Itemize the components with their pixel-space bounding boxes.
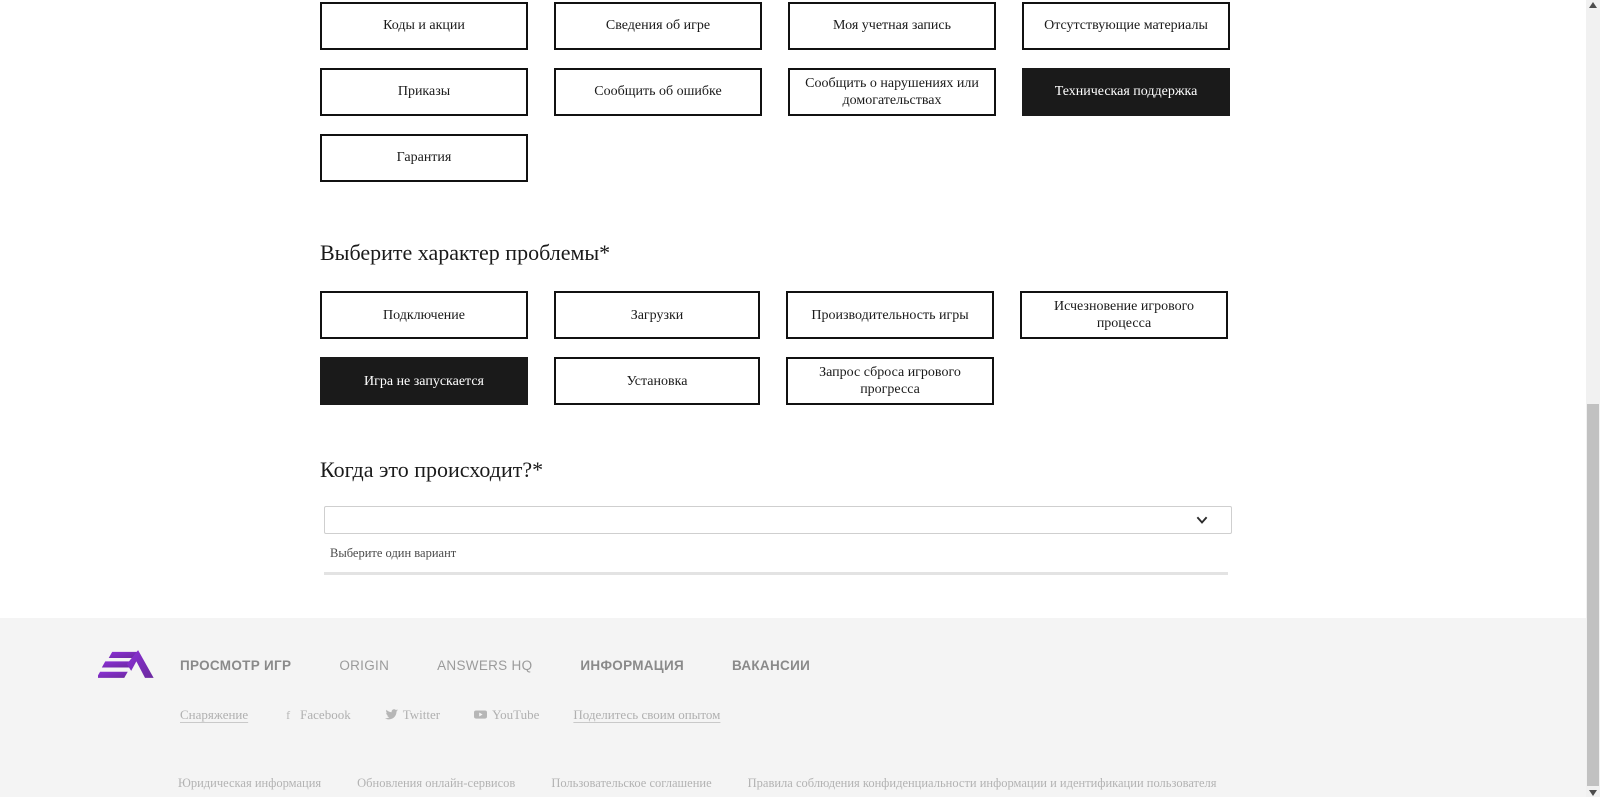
footer-legal-link-2[interactable]: Пользовательское соглашение [551,776,711,791]
issue-option-5[interactable]: Установка [554,357,760,406]
topic-option-4[interactable]: Приказы [320,68,528,116]
footer-nav-link-1[interactable]: ORIGIN [339,658,389,673]
footer-social-link-4[interactable]: Поделитесь своим опытом [573,707,720,723]
facebook-icon: f [286,707,291,722]
scrollbar-thumb[interactable] [1587,404,1599,786]
footer-social-label: YouTube [492,707,540,722]
scroll-down-arrow-icon[interactable] [1586,788,1600,797]
topic-option-3[interactable]: Отсутствующие материалы [1022,2,1230,50]
footer-primary-row: ПРОСМОТР ИГР ORIGIN ANSWERS HQ ИНФОРМАЦИЯ ВА… [98,645,1498,683]
when-section-heading: Когда это происходит?* [320,457,544,483]
footer-social-label: Поделитесь своим опытом [573,707,721,722]
topic-option-2[interactable]: Моя учетная запись [788,2,996,50]
topic-option-6[interactable]: Сообщить о нарушениях или домогательства… [788,68,996,116]
issue-option-4[interactable]: Игра не запускается [320,357,528,406]
when-select[interactable] [324,505,1232,534]
issue-options-grid: Подключение Загрузки Производительность иг… [320,291,1232,406]
form-divider [324,571,1228,575]
footer-legal-links: Юридическая информация Обновления онлайн-… [178,776,1253,791]
footer-social-links: Снаряжение f Facebook Twitter YouTube Поделит… [180,707,1498,723]
footer-social-link-3[interactable]: YouTube [474,707,539,723]
when-select-wrapper [324,505,1232,534]
issue-option-3[interactable]: Исчезновение игрового процесса [1020,291,1228,340]
footer-social-link-2[interactable]: Twitter [384,707,441,723]
topic-option-5[interactable]: Сообщить об ошибке [554,68,762,116]
vertical-scrollbar[interactable] [1586,0,1600,797]
footer-legal-link-1[interactable]: Обновления онлайн-сервисов [357,776,515,791]
when-helper-text: Выберите один вариант [330,545,457,560]
topic-option-0[interactable]: Коды и акции [320,2,528,50]
footer-nav-link-0[interactable]: ПРОСМОТР ИГР [180,658,291,673]
issue-option-2[interactable]: Производительность игры [786,291,994,340]
issue-option-1[interactable]: Загрузки [554,291,760,340]
issue-option-6[interactable]: Запрос сброса игрового прогресса [786,357,994,406]
footer-social-link-1[interactable]: f Facebook [282,707,351,723]
footer-nav: ПРОСМОТР ИГР ORIGIN ANSWERS HQ ИНФОРМАЦИЯ ВА… [180,656,858,673]
ea-logo[interactable] [98,645,154,683]
issue-section-heading: Выберите характер проблемы* [320,240,611,265]
topic-option-7[interactable]: Техническая поддержка [1022,68,1230,116]
topic-option-8[interactable]: Гарантия [320,134,528,182]
topic-options-grid: Коды и акции Сведения об игре Моя учетная … [320,2,1232,182]
issue-option-0[interactable]: Подключение [320,291,528,340]
footer-social-link-0[interactable]: Снаряжение [180,707,248,723]
topic-option-1[interactable]: Сведения об игре [554,2,762,50]
support-form-content: Коды и акции Сведения об игре Моя учетная … [320,0,1232,575]
twitter-icon [384,708,398,722]
footer-nav-link-2[interactable]: ANSWERS HQ [437,658,532,673]
footer-nav-link-4[interactable]: ВАКАНСИИ [732,658,810,673]
scroll-up-arrow-icon[interactable] [1586,0,1600,9]
footer-social-label: Снаряжение [180,707,249,722]
footer-social-label: Facebook [300,707,351,722]
footer-legal-link-0[interactable]: Юридическая информация [178,776,321,791]
site-footer: ПРОСМОТР ИГР ORIGIN ANSWERS HQ ИНФОРМАЦИЯ ВА… [0,618,1586,797]
footer-nav-link-3[interactable]: ИНФОРМАЦИЯ [580,658,684,673]
footer-social-label: Twitter [402,707,441,722]
footer-inner: ПРОСМОТР ИГР ORIGIN ANSWERS HQ ИНФОРМАЦИЯ ВА… [98,645,1498,723]
page-root: Коды и акции Сведения об игре Моя учетная … [0,0,1600,797]
youtube-icon [474,709,488,722]
footer-legal-link-3[interactable]: Правила соблюдения конфиденциальности ин… [748,776,1217,791]
